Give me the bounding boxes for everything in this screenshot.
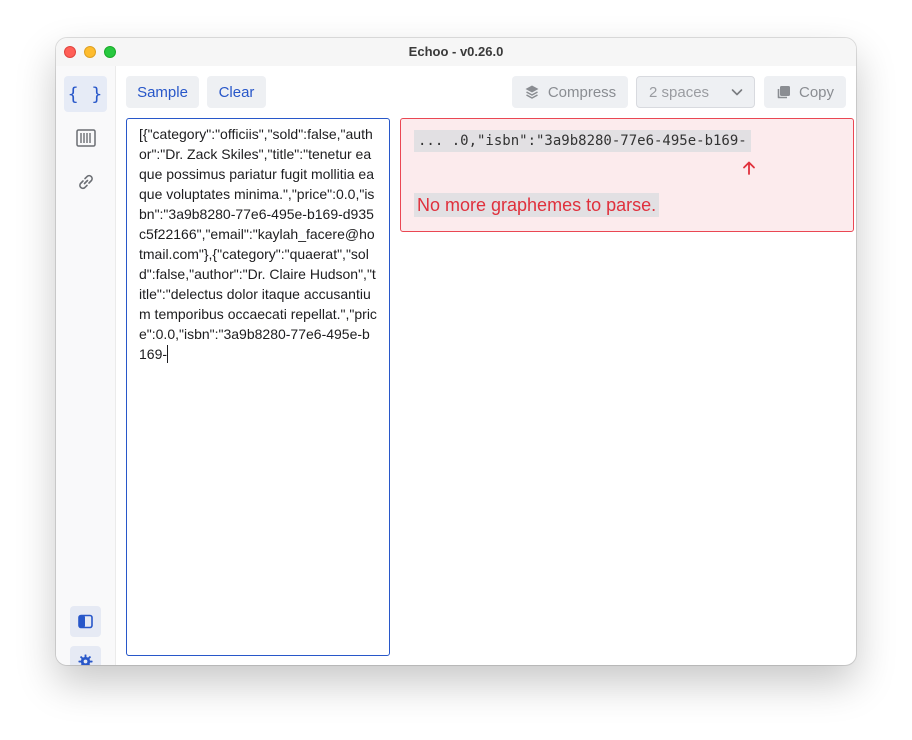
sidebar-item-barcode[interactable] (64, 120, 107, 156)
editor-text: [{"category":"officiis","sold":false,"au… (139, 126, 377, 362)
error-panel: ... .0,"isbn":"3a9b8280-77e6-495e-b169- … (400, 118, 854, 232)
window-title: Echoo - v0.26.0 (408, 44, 504, 59)
barcode-icon (75, 129, 96, 147)
error-message: No more graphemes to parse. (414, 193, 660, 217)
chevron-down-icon (731, 89, 743, 96)
copy-button-label: Copy (798, 83, 835, 101)
indent-select[interactable]: 2 spaces (636, 76, 755, 108)
compress-button-label: Compress (547, 83, 617, 101)
arrow-up-icon (743, 161, 755, 175)
text-cursor (167, 345, 169, 363)
title-bar: Echoo - v0.26.0 (56, 38, 856, 66)
sample-button[interactable]: Sample (126, 76, 199, 108)
sidebar: { } (56, 66, 116, 665)
json-input-editor[interactable]: [{"category":"officiis","sold":false,"au… (126, 118, 390, 656)
app-window: Echoo - v0.26.0 { } Sample Clear Compres… (56, 38, 856, 665)
copy-button[interactable]: Copy (764, 76, 846, 108)
braces-icon: { } (67, 83, 104, 105)
clear-button-label: Clear (218, 83, 255, 101)
toggle-panel-button[interactable] (70, 606, 101, 637)
sample-button-label: Sample (137, 83, 188, 101)
error-snippet: ... .0,"isbn":"3a9b8280-77e6-495e-b169- (414, 130, 751, 152)
main-area: Sample Clear Compress 2 spaces Copy [{"c… (116, 66, 856, 665)
settings-button[interactable] (70, 646, 101, 665)
layers-icon (525, 85, 539, 99)
sidebar-item-json[interactable]: { } (64, 76, 107, 112)
sidebar-item-link[interactable] (64, 164, 107, 200)
compress-button[interactable]: Compress (512, 76, 628, 108)
indent-select-value: 2 spaces (649, 83, 710, 101)
gear-icon (78, 654, 93, 665)
clear-button[interactable]: Clear (207, 76, 266, 108)
panel-toggle-icon (78, 614, 93, 629)
link-icon (78, 174, 93, 190)
copy-icon (777, 85, 790, 98)
